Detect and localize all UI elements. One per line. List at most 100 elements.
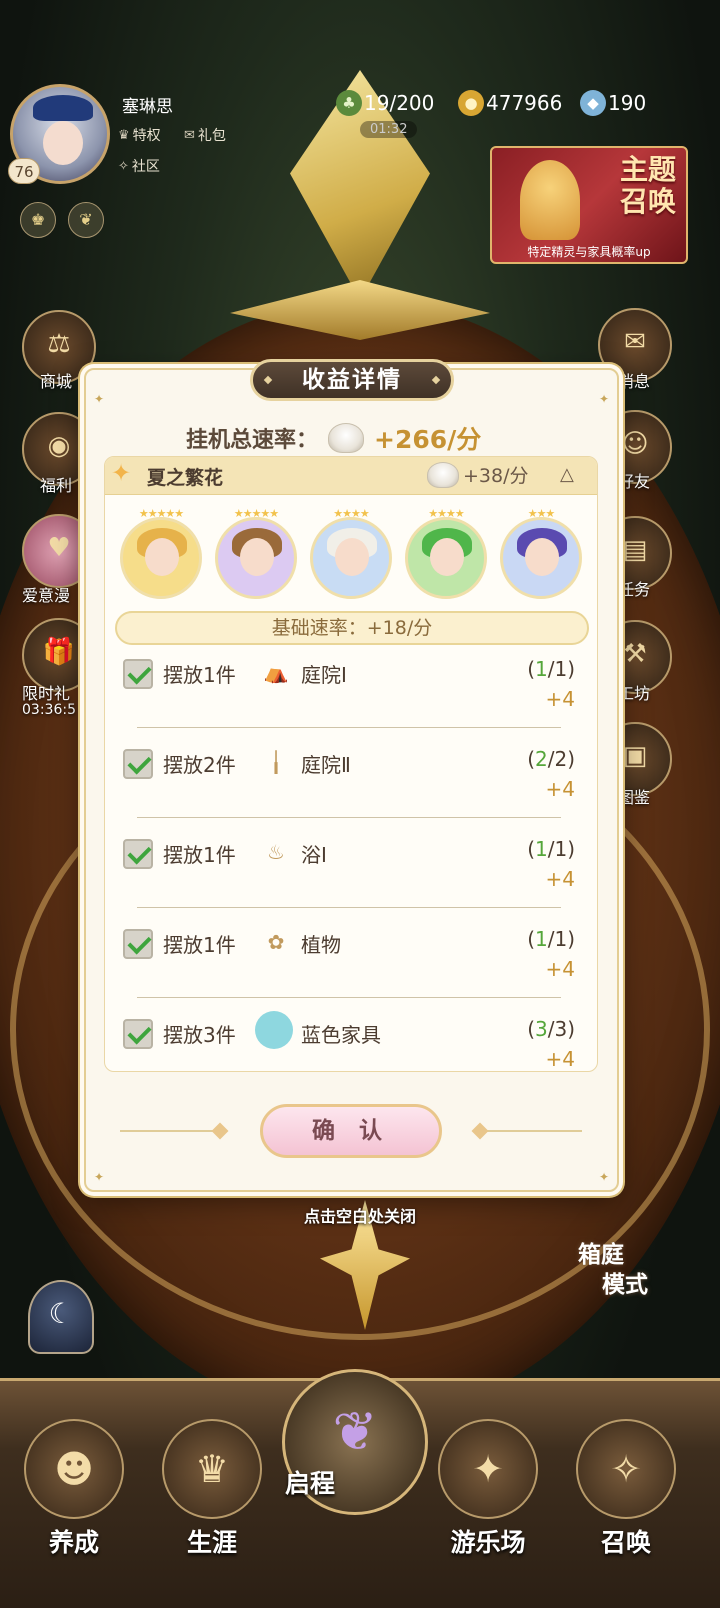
- set-header[interactable]: ✦ 夏之繁花 +38/分 △: [105, 457, 597, 495]
- character-portrait[interactable]: ★★★: [499, 507, 583, 603]
- messages-label: 消息: [618, 372, 651, 391]
- collapse-triangle-icon[interactable]: △: [560, 464, 574, 485]
- box-mode-line2: 模式: [602, 1272, 648, 1298]
- checkbox-checked-icon: [123, 659, 153, 689]
- progress-done: 1: [535, 657, 548, 681]
- box-garden-mode-button[interactable]: 箱庭 模式: [566, 1240, 692, 1326]
- clover-icon: ♣: [336, 90, 362, 116]
- nav-summon[interactable]: ✧ 召唤: [566, 1405, 686, 1595]
- energy-resource[interactable]: ♣ 19/200: [336, 90, 434, 116]
- blue-color-dot-icon: [255, 1011, 293, 1049]
- portrait-face: [145, 538, 179, 576]
- task-bonus: +4: [545, 867, 575, 891]
- task-category: 庭院Ⅱ: [301, 753, 351, 777]
- total-rate: 挂机总速率： +266/分: [186, 420, 481, 456]
- total-rate-value: +266/分: [374, 425, 482, 454]
- star-diamond-icon: ✦: [472, 1447, 504, 1491]
- nav-career-label: 生涯: [186, 1528, 237, 1557]
- character-portrait[interactable]: ★★★★: [404, 507, 488, 603]
- corner-ornament: ✦: [598, 392, 609, 406]
- checkbox-checked-icon: [123, 1019, 153, 1049]
- portrait-frame: [405, 517, 487, 599]
- progress-open: (: [527, 657, 535, 681]
- avatar-face: [43, 121, 83, 165]
- base-rate: 基础速率：+18/分: [115, 611, 589, 645]
- plant-icon: ✿: [267, 930, 285, 954]
- portrait-frame: [310, 517, 392, 599]
- task-label: 摆放1件: [163, 933, 236, 957]
- gift-icon: ✉: [184, 127, 195, 143]
- energy-timer: 01:32: [360, 121, 418, 138]
- task-progress: (1/1): [527, 927, 575, 951]
- gem-value: 190: [608, 91, 647, 115]
- progress-total: /3): [547, 1017, 575, 1041]
- moon-globe-icon[interactable]: ☾: [28, 1280, 94, 1354]
- nav-summon-label: 召唤: [600, 1528, 651, 1557]
- task-category: 浴Ⅰ: [301, 843, 327, 867]
- banner-subtitle: 特定精灵与家具概率up: [527, 245, 651, 259]
- wings-icon[interactable]: ❦: [68, 202, 104, 238]
- corner-ornament: ✦: [598, 1170, 609, 1184]
- character-portrait[interactable]: ★★★★: [309, 507, 393, 603]
- task-progress: (1/1): [527, 657, 575, 681]
- bottom-nav: ☻ 养成 ♛ 生涯 ❦ 启程 ✦ 游乐场 ✧ 召唤: [0, 1369, 720, 1608]
- tasks-label: 任务: [618, 580, 651, 599]
- shop-label: 商城: [40, 372, 73, 391]
- banner-title: 主题 召唤: [620, 154, 676, 218]
- privilege-link[interactable]: ♛ 特权: [118, 125, 161, 145]
- welfare-label: 福利: [40, 476, 73, 495]
- player-name: 塞琳思: [122, 97, 173, 117]
- energy-value: 19/200: [364, 91, 435, 115]
- progress-total: /2): [547, 747, 575, 771]
- nav-develop[interactable]: ☻ 养成: [14, 1405, 134, 1595]
- task-item: 摆放1件 ♨ 浴Ⅰ (1/1) +4: [105, 833, 597, 923]
- tent-icon: ⛺: [263, 660, 289, 684]
- character-portrait[interactable]: ★★★★★: [214, 507, 298, 603]
- task-progress: (2/2): [527, 747, 575, 771]
- banner-title-line2: 召唤: [619, 185, 676, 218]
- crown-icon: ♛: [194, 1447, 230, 1491]
- progress-done: 1: [535, 927, 548, 951]
- nav-develop-emblem: ☻: [24, 1419, 124, 1519]
- progress-total: /1): [547, 657, 575, 681]
- gem-resource[interactable]: ◆ 190: [580, 90, 646, 116]
- nav-career[interactable]: ♛ 生涯: [152, 1405, 272, 1595]
- avatar-hat: [33, 95, 93, 121]
- set-panel[interactable]: ✦ 夏之繁花 +38/分 △ ★★★★★ ★★★★★ ★★★★ ★★★★ ★★★: [104, 456, 598, 1072]
- progress-total: /1): [547, 837, 575, 861]
- portrait-frame: [215, 517, 297, 599]
- coin-value: 477966: [486, 91, 563, 115]
- crown-icon[interactable]: ♚: [20, 202, 56, 238]
- task-bonus: +4: [545, 687, 575, 711]
- box-mode-line1: 箱庭: [578, 1242, 624, 1268]
- progress-done: 2: [535, 747, 548, 771]
- confirm-button[interactable]: 确 认: [260, 1104, 442, 1158]
- task-progress: (3/3): [527, 1017, 575, 1041]
- community-link[interactable]: ✧ 社区: [118, 156, 160, 176]
- coin-resource[interactable]: ● 477966: [458, 90, 562, 116]
- banner-character: [520, 160, 580, 240]
- gift-link[interactable]: ✉ 礼包: [184, 125, 226, 145]
- theme-summon-banner[interactable]: 主题 召唤 特定精灵与家具概率up: [490, 146, 688, 264]
- task-label: 摆放1件: [163, 843, 236, 867]
- set-rate: +38/分: [427, 461, 529, 488]
- task-progress: (1/1): [527, 837, 575, 861]
- bathtub-icon: ♨: [267, 840, 285, 864]
- portrait-frame: [500, 517, 582, 599]
- banner-title-line1: 主题: [619, 153, 676, 186]
- character-list: ★★★★★ ★★★★★ ★★★★ ★★★★ ★★★: [119, 507, 589, 603]
- nav-summon-emblem: ✧: [576, 1419, 676, 1519]
- gift-label: 礼包: [197, 128, 226, 144]
- task-category: 庭院Ⅰ: [301, 663, 347, 687]
- nav-journey[interactable]: ❦ 启程: [282, 1369, 428, 1515]
- portrait-face: [240, 538, 274, 576]
- portrait-frame: [120, 517, 202, 599]
- task-bonus: +4: [545, 777, 575, 801]
- nav-playground[interactable]: ✦ 游乐场: [428, 1405, 548, 1595]
- level-badge: 76: [8, 158, 40, 184]
- nav-journey-label: 启程: [285, 1469, 336, 1498]
- privilege-icon: ♛: [118, 127, 130, 143]
- character-portrait[interactable]: ★★★★★: [119, 507, 203, 603]
- corner-ornament: ✦: [94, 1170, 105, 1184]
- task-item: 摆放2件 ╽ 庭院Ⅱ (2/2) +4: [105, 743, 597, 833]
